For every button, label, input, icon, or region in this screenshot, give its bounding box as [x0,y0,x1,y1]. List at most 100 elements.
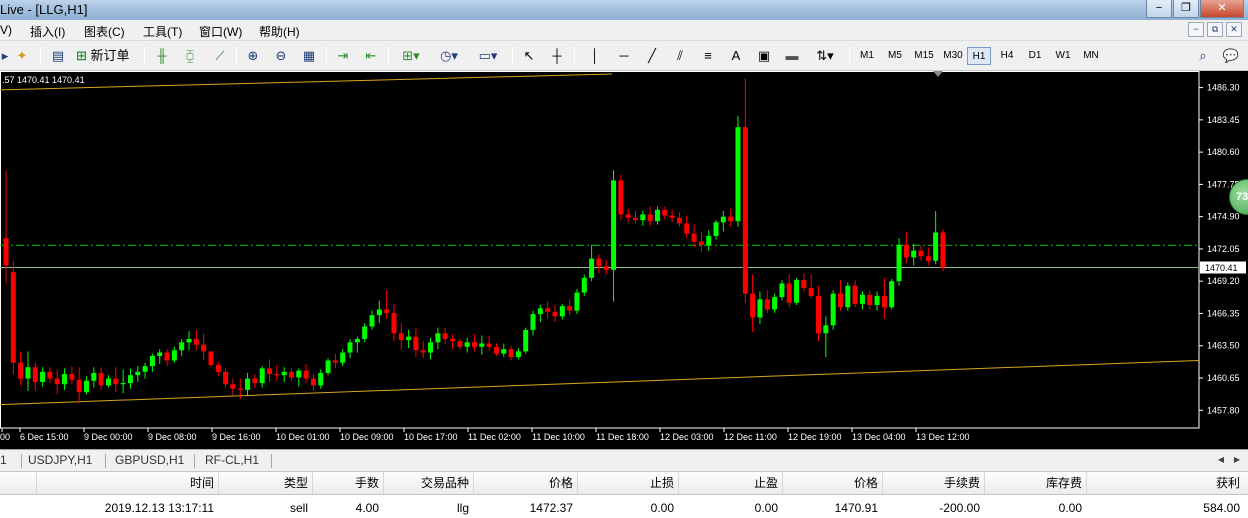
candle-body[interactable] [662,209,668,216]
candle-body[interactable] [84,380,90,393]
toolbar-overflow-icon[interactable]: ▸ [0,46,10,66]
candle-body[interactable] [742,127,748,294]
cursor-icon[interactable]: ↖ [520,46,538,66]
candle-body[interactable] [32,367,38,382]
candle-body[interactable] [164,352,170,361]
candle-body[interactable] [296,370,302,378]
candle-body[interactable] [647,214,653,222]
candle-body[interactable] [105,378,111,386]
header-symbol[interactable]: 交易品种 [383,472,473,494]
maximize-button[interactable]: ❐ [1173,0,1199,18]
candle-body[interactable] [127,375,133,384]
candle-body[interactable] [208,351,214,365]
candle-body[interactable] [435,333,441,343]
menu-charts[interactable]: 图表(C) [84,23,125,40]
candle-body[interactable] [676,217,682,224]
candle-body[interactable] [669,215,675,218]
candle-body[interactable] [728,216,734,222]
arrows-icon[interactable]: ⇅▾ [810,46,840,66]
candle-body[interactable] [135,371,141,376]
candle-body[interactable] [735,127,741,222]
text-label-icon[interactable]: ▣ [755,46,773,66]
candle-body[interactable] [706,235,712,245]
header-profit[interactable]: 获利 [1086,472,1244,494]
menu-tools[interactable]: 工具(T) [143,23,182,40]
auto-scroll-icon[interactable]: ⇥ [333,46,353,66]
candle-body[interactable] [457,341,463,347]
timeframe-h4[interactable]: H4 [995,47,1019,65]
candle-body[interactable] [596,258,602,267]
star-folder-icon[interactable]: ✦ [12,46,32,66]
candle-body[interactable] [625,214,631,218]
header-stop-loss[interactable]: 止损 [577,472,678,494]
candle-body[interactable] [523,329,529,352]
candle-body[interactable] [508,349,514,358]
candle-body[interactable] [113,378,119,385]
candle-body[interactable] [559,306,565,317]
candle-body[interactable] [442,333,448,339]
candle-body[interactable] [274,374,280,376]
menu-help[interactable]: 帮助(H) [259,23,300,40]
timeframe-m5[interactable]: M5 [883,47,907,65]
candle-body[interactable] [486,343,492,347]
candle-body[interactable] [142,366,148,372]
candle-body[interactable] [332,360,338,363]
candle-body[interactable] [567,306,573,311]
menu-insert[interactable]: 插入(I) [30,23,65,40]
candle-body[interactable] [340,352,346,363]
candle-body[interactable] [574,292,580,311]
candle-body[interactable] [845,285,851,308]
candle-body[interactable] [757,299,763,318]
candle-body[interactable] [318,372,324,386]
search-icon[interactable]: ⌕ [1193,46,1213,66]
candle-body[interactable] [120,383,126,385]
candle-body[interactable] [545,308,551,312]
horizontal-line-icon[interactable]: ─ [615,46,633,66]
candle-body[interactable] [750,293,756,318]
candle-body[interactable] [589,258,595,278]
candle-body[interactable] [720,216,726,223]
chart-canvas[interactable]: 1486.301483.451480.601477.751474.901472.… [0,71,1248,449]
candle-body[interactable] [611,180,617,270]
candlestick-icon[interactable]: ⧮ [180,46,200,66]
candle-body[interactable] [237,388,243,390]
candle-body[interactable] [501,349,507,354]
candle-body[interactable] [245,378,251,390]
menu-window[interactable]: 窗口(W) [199,23,242,40]
candle-body[interactable] [223,371,229,385]
candle-body[interactable] [62,374,68,385]
candle-body[interactable] [406,336,412,341]
candle-body[interactable] [581,277,587,293]
candle-body[interactable] [376,309,382,316]
candle-body[interactable] [830,293,836,326]
candle-body[interactable] [54,378,60,385]
text-tool-icon[interactable]: A [727,46,745,66]
equidistant-channel-icon[interactable]: ⫽ [671,46,689,66]
candle-body[interactable] [940,232,946,268]
header-open-price[interactable]: 价格 [473,472,577,494]
candle-body[interactable] [325,360,331,373]
chart-shift-icon[interactable]: ⇤ [361,46,381,66]
candle-body[interactable] [794,280,800,303]
candle-body[interactable] [808,287,814,296]
candle-body[interactable] [157,352,163,356]
candle-body[interactable] [369,315,375,327]
tab-scroll-right-icon[interactable]: ▶ [1230,452,1244,468]
tab-scroll-left-icon[interactable]: ◀ [1214,452,1228,468]
chart-minimize-button[interactable]: − [1188,22,1204,37]
candle-body[interactable] [859,294,865,304]
candle-body[interactable] [471,342,477,347]
candle-body[interactable] [479,343,485,347]
header-type[interactable]: 类型 [218,472,312,494]
chart-shift-marker[interactable] [933,71,943,77]
candle-body[interactable] [881,295,887,308]
candle-body[interactable] [281,371,287,376]
vertical-line-icon[interactable]: │ [588,46,602,66]
candle-body[interactable] [259,368,265,384]
candle-body[interactable] [362,326,368,339]
crosshair-icon[interactable]: ┼ [548,46,566,66]
candle-body[interactable] [867,294,873,305]
candle-body[interactable] [654,209,660,222]
candle-body[interactable] [420,350,426,353]
periods-icon[interactable]: ◷▾ [434,46,464,66]
